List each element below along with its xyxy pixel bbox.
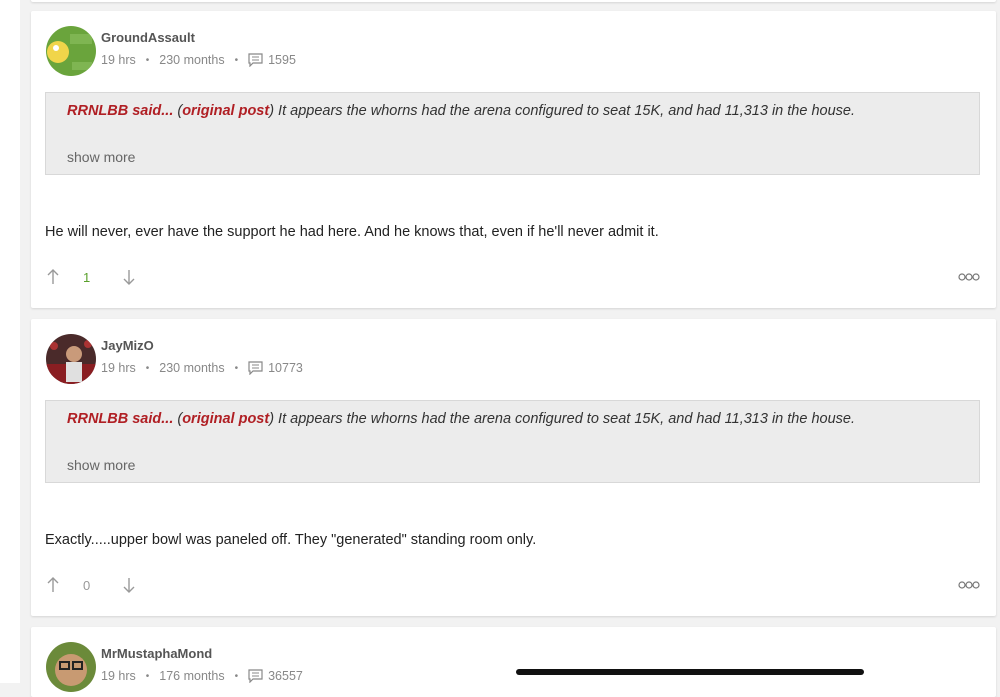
comment-bubble-icon — [248, 361, 263, 375]
post-time: 19 hrs — [101, 361, 136, 375]
comment-card: JayMizO 19 hrs • 230 months • 10773 RRNL… — [31, 319, 996, 616]
post-time: 19 hrs — [101, 53, 136, 67]
username[interactable]: JayMizO — [101, 338, 154, 353]
vote-row: 1 — [45, 268, 980, 288]
member-tenure: 230 months — [159, 53, 225, 67]
quote-line: RRNLBB said... (original post) It appear… — [67, 103, 855, 119]
comment-card: MrMustaphaMond 19 hrs • 176 months • 365… — [31, 627, 996, 697]
separator-dot: • — [145, 362, 150, 374]
more-options-icon[interactable] — [958, 579, 980, 591]
separator-dot: • — [234, 670, 239, 682]
show-more-link[interactable]: show more — [67, 149, 135, 165]
post-count[interactable]: 10773 — [268, 361, 303, 375]
arrow-down-icon[interactable] — [121, 268, 137, 286]
quote-author: RRNLBB said... — [67, 103, 174, 119]
username[interactable]: MrMustaphaMond — [101, 646, 212, 661]
username[interactable]: GroundAssault — [101, 30, 195, 45]
separator-dot: • — [145, 670, 150, 682]
comment-body: Exactly.....upper bowl was paneled off. … — [45, 532, 537, 548]
quote-line: RRNLBB said... (original post) It appear… — [67, 411, 855, 427]
previous-comment-card — [31, 0, 996, 2]
quote-text: ) It appears the whorns had the arena co… — [269, 411, 855, 427]
member-tenure: 176 months — [159, 669, 225, 683]
arrow-up-icon[interactable] — [45, 268, 61, 286]
vote-count: 0 — [83, 578, 91, 593]
comment-body: He will never, ever have the support he … — [45, 224, 659, 240]
home-indicator[interactable] — [516, 669, 864, 675]
vote-row: 0 — [45, 576, 980, 596]
show-more-link[interactable]: show more — [67, 457, 135, 473]
quoted-post: RRNLBB said... (original post) It appear… — [45, 92, 980, 175]
original-post-link[interactable]: original post — [182, 103, 269, 119]
comment-card: GroundAssault 19 hrs • 230 months • 1595… — [31, 11, 996, 308]
left-rail — [0, 0, 20, 683]
quote-text: ) It appears the whorns had the arena co… — [269, 103, 855, 119]
separator-dot: • — [234, 362, 239, 374]
more-options-icon[interactable] — [958, 271, 980, 283]
avatar[interactable] — [46, 642, 96, 692]
quote-paren: ( — [173, 103, 183, 119]
comment-meta: 19 hrs • 176 months • 36557 — [101, 669, 303, 683]
separator-dot: • — [234, 54, 239, 66]
arrow-up-icon[interactable] — [45, 576, 61, 594]
original-post-link[interactable]: original post — [182, 411, 269, 427]
quote-author: RRNLBB said... — [67, 411, 174, 427]
post-count[interactable]: 1595 — [268, 53, 296, 67]
arrow-down-icon[interactable] — [121, 576, 137, 594]
avatar[interactable] — [46, 26, 96, 76]
post-time: 19 hrs — [101, 669, 136, 683]
comment-meta: 19 hrs • 230 months • 10773 — [101, 361, 303, 375]
comment-bubble-icon — [248, 669, 263, 683]
vote-count: 1 — [83, 270, 91, 285]
comment-bubble-icon — [248, 53, 263, 67]
quote-paren: ( — [173, 411, 183, 427]
avatar[interactable] — [46, 334, 96, 384]
quoted-post: RRNLBB said... (original post) It appear… — [45, 400, 980, 483]
separator-dot: • — [145, 54, 150, 66]
post-count[interactable]: 36557 — [268, 669, 303, 683]
comment-meta: 19 hrs • 230 months • 1595 — [101, 53, 296, 67]
member-tenure: 230 months — [159, 361, 225, 375]
